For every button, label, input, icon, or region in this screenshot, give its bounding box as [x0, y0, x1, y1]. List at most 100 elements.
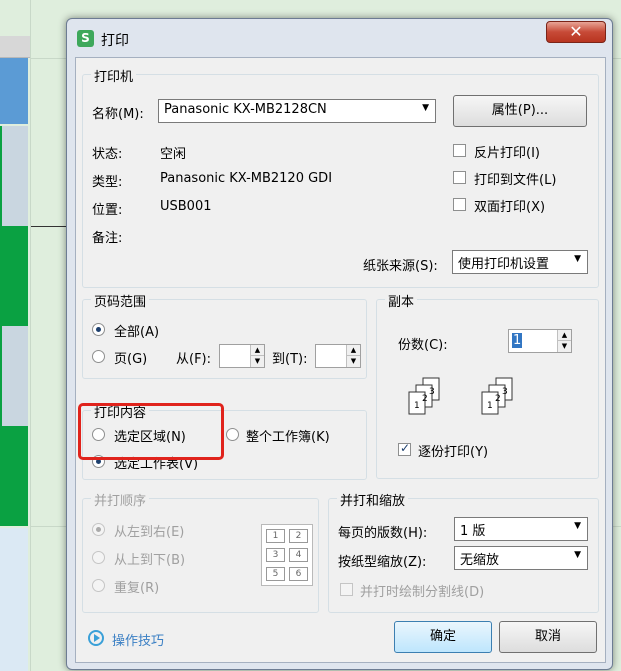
reverse-print-label[interactable]: 反片打印(I) [474, 142, 540, 161]
sheet-corner [0, 36, 30, 58]
preview-cell: 5 [266, 567, 285, 581]
scale-value: 无缩放 [460, 553, 500, 568]
scale-select[interactable]: 无缩放 ▼ [454, 546, 588, 570]
preview-cell: 1 [266, 529, 285, 543]
cancel-button-label: 取消 [534, 629, 561, 644]
left-to-right-label[interactable]: 从左到右(E) [114, 521, 184, 540]
pages-per-sheet-select[interactable]: 1 版 ▼ [454, 517, 588, 541]
to-label: 到(T): [272, 352, 308, 367]
status-value: 空闲 [160, 147, 187, 162]
page-range-title: 页码范围 [91, 291, 150, 310]
preview-cell: 3 [266, 548, 285, 562]
sheet-block-blue [0, 58, 28, 124]
merge-order-preview: 1 2 3 4 5 6 [261, 524, 313, 586]
print-workbook-label[interactable]: 整个工作簿(K) [246, 426, 330, 445]
printer-group-title: 打印机 [91, 66, 137, 85]
paper-source-select[interactable]: 使用打印机设置 ▼ [452, 250, 588, 274]
printer-name-value: Panasonic KX-MB2128CN [164, 102, 327, 117]
cancel-button[interactable]: 取消 [499, 621, 597, 653]
page-range-pages-radio[interactable] [92, 350, 105, 363]
spin-down-icon[interactable]: ▼ [346, 356, 360, 367]
spin-down-icon[interactable]: ▼ [557, 341, 571, 352]
svg-text:3: 3 [502, 387, 508, 397]
page-range-all-label[interactable]: 全部(A) [114, 321, 159, 340]
draw-divider-label[interactable]: 并打时绘制分割线(D) [360, 581, 484, 600]
tips-link[interactable]: 操作技巧 [112, 630, 164, 649]
close-button[interactable]: ✕ [546, 21, 606, 43]
chevron-down-icon: ▼ [574, 521, 581, 531]
collate-illustration-icon: 321 321 [408, 377, 513, 415]
svg-text:3: 3 [429, 387, 435, 397]
draw-divider-checkbox[interactable] [340, 583, 353, 596]
paper-source-value: 使用打印机设置 [458, 257, 550, 272]
title-bar[interactable]: S 打印 ✕ [67, 19, 612, 57]
print-selection-label[interactable]: 选定区域(N) [114, 426, 186, 445]
preview-cell: 6 [289, 567, 308, 581]
preview-cell: 4 [289, 548, 308, 562]
print-workbook-radio[interactable] [226, 428, 239, 441]
print-selection-radio[interactable] [92, 428, 105, 441]
from-page-input[interactable]: ▲ ▼ [219, 344, 265, 368]
print-sheet-label[interactable]: 选定工作表(V) [114, 453, 198, 472]
print-to-file-label[interactable]: 打印到文件(L) [474, 169, 556, 188]
duplex-checkbox[interactable] [453, 198, 466, 211]
repeat-label[interactable]: 重复(R) [114, 577, 159, 596]
svg-text:2: 2 [495, 394, 501, 404]
status-label: 状态: [92, 147, 123, 162]
ok-button-label: 确定 [429, 629, 456, 644]
print-sheet-radio[interactable] [92, 455, 105, 468]
chevron-down-icon: ▼ [574, 550, 581, 560]
reverse-print-checkbox[interactable] [453, 144, 466, 157]
svg-text:1: 1 [487, 401, 493, 411]
page-range-all-radio[interactable] [92, 323, 105, 336]
scaling-title: 并打和缩放 [337, 490, 409, 509]
top-to-bottom-label[interactable]: 从上到下(B) [114, 549, 185, 568]
preview-cell: 2 [289, 529, 308, 543]
spin-down-icon[interactable]: ▼ [250, 356, 264, 367]
wps-app-icon: S [77, 30, 94, 47]
play-tips-icon[interactable] [88, 630, 104, 646]
print-dialog: S 打印 ✕ 打印机 名称(M): Panasonic KX-MB2128CN … [66, 18, 613, 670]
from-label: 从(F): [176, 352, 212, 367]
type-label: 类型: [92, 175, 123, 190]
merge-order-title: 并打顺序 [91, 490, 150, 509]
type-value: Panasonic KX-MB2120 GDI [160, 171, 333, 186]
copies-title: 副本 [385, 291, 418, 310]
comment-label: 备注: [92, 231, 123, 246]
chevron-down-icon: ▼ [574, 254, 581, 264]
properties-button[interactable]: 属性(P)... [453, 95, 587, 127]
paper-source-label: 纸张来源(S): [363, 259, 438, 274]
copies-count-value: 1 [512, 333, 523, 348]
printer-name-select[interactable]: Panasonic KX-MB2128CN ▼ [158, 99, 436, 123]
page-range-pages-label[interactable]: 页(G) [114, 348, 147, 367]
to-page-input[interactable]: ▲ ▼ [315, 344, 361, 368]
pages-per-sheet-value: 1 版 [460, 524, 486, 539]
sheet-block-green [0, 226, 28, 326]
print-content-title: 打印内容 [91, 402, 150, 421]
dialog-body: 打印机 名称(M): Panasonic KX-MB2128CN ▼ 属性(P)… [75, 57, 606, 663]
top-to-bottom-radio[interactable] [92, 551, 105, 564]
spin-up-icon[interactable]: ▲ [250, 345, 264, 356]
duplex-label[interactable]: 双面打印(X) [474, 196, 545, 215]
repeat-radio[interactable] [92, 579, 105, 592]
spin-up-icon[interactable]: ▲ [346, 345, 360, 356]
properties-button-label: 属性(P)... [491, 103, 549, 118]
copies-count-input[interactable]: 1 ▲ ▼ [508, 329, 572, 353]
copies-count-label: 份数(C): [398, 338, 448, 353]
scale-label: 按纸型缩放(Z): [338, 555, 427, 570]
collate-checkbox[interactable] [398, 441, 411, 456]
printer-name-label: 名称(M): [92, 107, 144, 122]
sheet-block-green [0, 426, 28, 526]
pages-per-sheet-label: 每页的版数(H): [338, 526, 428, 541]
dialog-title: 打印 [101, 33, 129, 49]
sheet-block-gray [0, 326, 28, 426]
location-value: USB001 [160, 199, 212, 214]
ok-button[interactable]: 确定 [394, 621, 492, 653]
left-to-right-radio[interactable] [92, 523, 105, 536]
location-label: 位置: [92, 203, 123, 218]
print-to-file-checkbox[interactable] [453, 171, 466, 184]
sheet-block-gray [0, 126, 28, 226]
chevron-down-icon: ▼ [422, 103, 429, 113]
spin-up-icon[interactable]: ▲ [557, 330, 571, 341]
collate-label[interactable]: 逐份打印(Y) [418, 441, 488, 460]
